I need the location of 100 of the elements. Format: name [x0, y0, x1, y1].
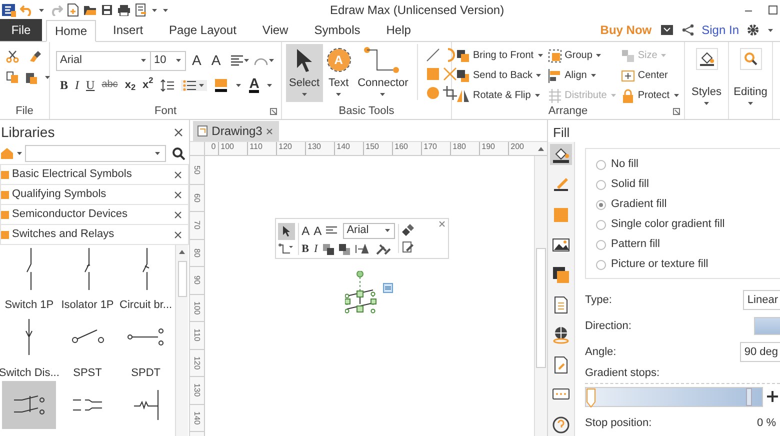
italic-button[interactable]: I: [75, 79, 80, 91]
radio-option[interactable]: Pattern fill: [596, 237, 780, 252]
search-field[interactable]: [25, 144, 166, 162]
stop-handle-icon[interactable]: [586, 388, 596, 408]
size-field[interactable]: 10: [151, 50, 186, 70]
value-field[interactable]: 90 deg: [740, 342, 780, 362]
bold-button[interactable]: B: [60, 79, 68, 91]
copy-icon[interactable]: [6, 71, 19, 84]
caret-icon[interactable]: [38, 8, 45, 12]
tool-button[interactable]: Connector: [354, 44, 412, 102]
grow-font-button[interactable]: A: [302, 224, 310, 236]
app-logo-icon[interactable]: [2, 3, 16, 17]
caret-icon[interactable]: [175, 58, 182, 63]
radio-option[interactable]: Picture or texture fill: [596, 257, 780, 272]
brush-icon[interactable]: [402, 224, 414, 236]
caret-icon[interactable]: [140, 58, 147, 63]
caret-icon[interactable]: [16, 150, 23, 156]
maximize-icon[interactable]: [768, 5, 778, 15]
crop-icon[interactable]: [442, 86, 457, 100]
scrollbar-thumb[interactable]: [178, 261, 186, 297]
radio-button[interactable]: [596, 200, 606, 210]
close-icon[interactable]: [174, 128, 183, 136]
caret-icon[interactable]: [767, 28, 774, 32]
card-icon[interactable]: [660, 24, 674, 36]
grow-font-button[interactable]: A: [192, 50, 206, 71]
shrink-font-button[interactable]: A: [211, 50, 225, 71]
library-category[interactable]: Basic Electrical Symbols: [0, 164, 189, 185]
distribute-icon[interactable]: [354, 244, 371, 254]
scroll-up-icon[interactable]: [537, 146, 545, 152]
strikethrough-button[interactable]: abc: [102, 80, 118, 90]
radio-button[interactable]: [596, 160, 606, 170]
caret-icon[interactable]: [44, 75, 51, 80]
dialog-launcher-icon[interactable]: [673, 108, 680, 115]
caret-icon[interactable]: [266, 82, 274, 88]
caret-icon[interactable]: [300, 92, 308, 96]
sign-in-link[interactable]: Sign In: [702, 21, 739, 39]
menu-tab[interactable]: Help: [377, 19, 420, 41]
brush-icon[interactable]: [29, 50, 42, 63]
caret-icon[interactable]: [235, 82, 242, 88]
radio-option[interactable]: Single color gradient fill: [596, 217, 780, 232]
library-category[interactable]: Semiconductor Devices: [0, 204, 189, 225]
radio-option[interactable]: No fill: [596, 157, 780, 172]
search-icon[interactable]: [172, 146, 185, 160]
editing-button[interactable]: [740, 48, 762, 70]
menu-tab[interactable]: View: [253, 19, 298, 41]
font-field[interactable]: Arial: [56, 50, 151, 70]
fill-color-icon[interactable]: [214, 78, 228, 92]
side-tab[interactable]: [550, 414, 572, 436]
caret-icon[interactable]: [335, 92, 342, 96]
stop-handle-icon[interactable]: [746, 388, 752, 406]
underline-button[interactable]: U: [86, 79, 95, 91]
scissors-icon[interactable]: [6, 50, 19, 63]
back-icon[interactable]: [338, 244, 350, 254]
direction-field[interactable]: [754, 317, 780, 335]
radio-button[interactable]: [596, 220, 606, 230]
library-category[interactable]: Switches and Relays: [0, 224, 189, 245]
menu-tab[interactable]: Home: [46, 20, 96, 42]
caret-icon[interactable]: [379, 92, 386, 96]
align-icon[interactable]: [230, 55, 243, 66]
superscript-button[interactable]: x$^{2}$: [142, 80, 154, 90]
close-icon[interactable]: [174, 210, 182, 218]
connector-icon[interactable]: [278, 242, 294, 254]
radio-button[interactable]: [596, 260, 606, 270]
arrange-command[interactable]: Align: [548, 68, 617, 83]
export-icon[interactable]: [135, 3, 147, 17]
library-shape[interactable]: [2, 381, 56, 429]
caret-icon[interactable]: [154, 150, 161, 156]
file-menu-button[interactable]: File: [0, 19, 42, 41]
menu-tab[interactable]: Symbols: [305, 19, 370, 41]
folder-icon[interactable]: [83, 4, 97, 16]
group-button-label[interactable]: Editing: [734, 84, 768, 100]
caret-icon[interactable]: [198, 82, 206, 88]
dialog-launcher-icon[interactable]: [270, 108, 277, 115]
caret-icon[interactable]: [242, 58, 250, 63]
shrink-font-button[interactable]: A: [314, 224, 322, 236]
bold-button[interactable]: B: [302, 244, 309, 254]
print-icon[interactable]: [117, 4, 131, 16]
close-icon[interactable]: [174, 170, 182, 178]
tool-button[interactable]: Select: [286, 44, 323, 102]
close-icon[interactable]: [174, 190, 182, 198]
caret-icon[interactable]: [384, 228, 391, 233]
side-tab[interactable]: [550, 144, 572, 166]
share-icon[interactable]: [682, 24, 694, 36]
close-icon[interactable]: [266, 128, 274, 134]
italic-button[interactable]: I: [314, 244, 318, 254]
menu-icon[interactable]: [382, 283, 393, 293]
save-icon[interactable]: [101, 4, 113, 16]
align-icon[interactable]: [326, 226, 337, 235]
font-field[interactable]: Arial: [342, 222, 395, 238]
group-button-label[interactable]: Styles: [692, 84, 722, 100]
arrange-command[interactable]: Center: [620, 68, 680, 83]
close-icon[interactable]: [438, 221, 445, 227]
close-icon[interactable]: [174, 230, 182, 238]
arrange-command[interactable]: Rotate & Flip: [456, 88, 544, 103]
arrange-command[interactable]: Send to Back: [456, 68, 544, 83]
paste-icon[interactable]: [25, 71, 38, 84]
new-document-icon[interactable]: [67, 3, 79, 17]
arrange-command[interactable]: Bring to Front: [456, 48, 544, 63]
radio-button[interactable]: [596, 240, 606, 250]
add-icon[interactable]: [767, 391, 778, 402]
